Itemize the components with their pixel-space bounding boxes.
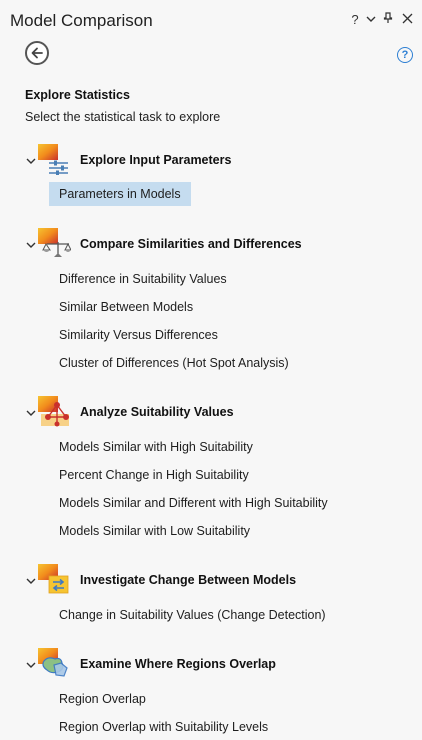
chevron-down-icon[interactable] xyxy=(26,576,36,586)
pin-icon[interactable] xyxy=(381,12,395,27)
chevron-down-icon[interactable] xyxy=(26,408,36,418)
chevron-down-icon[interactable] xyxy=(26,156,36,166)
sliders-icon xyxy=(38,144,68,175)
task-item-similar-between-models[interactable]: Similar Between Models xyxy=(49,295,203,319)
group-label: Analyze Suitability Values xyxy=(80,405,234,419)
chevron-down-icon[interactable] xyxy=(26,240,36,250)
task-item-percent-change-high-suitability[interactable]: Percent Change in High Suitability xyxy=(49,463,259,487)
group-label: Explore Input Parameters xyxy=(80,153,232,167)
task-item-region-overlap[interactable]: Region Overlap xyxy=(49,687,156,711)
change-arrows-icon xyxy=(38,564,69,594)
chevron-down-icon[interactable] xyxy=(26,660,36,670)
task-item-region-overlap-suitability-levels[interactable]: Region Overlap with Suitability Levels xyxy=(49,715,278,739)
region-overlap-icon xyxy=(38,648,68,677)
task-item-parameters-in-models[interactable]: Parameters in Models xyxy=(49,182,191,206)
section-heading: Explore Statistics xyxy=(25,88,130,102)
task-item-similarity-versus-differences[interactable]: Similarity Versus Differences xyxy=(49,323,228,347)
task-item-models-similar-low-suitability[interactable]: Models Similar with Low Suitability xyxy=(49,519,260,543)
back-button[interactable] xyxy=(25,41,49,65)
group-label: Investigate Change Between Models xyxy=(80,573,297,587)
section-subheading: Select the statistical task to explore xyxy=(25,110,221,124)
close-icon[interactable] xyxy=(400,12,414,27)
back-arrow-icon xyxy=(31,47,43,59)
title-bar: Model Comparison ? xyxy=(0,0,422,40)
task-item-difference-in-suitability-values[interactable]: Difference in Suitability Values xyxy=(49,267,237,291)
help-icon[interactable]: ? xyxy=(348,12,362,27)
chevron-down-icon[interactable] xyxy=(364,12,378,27)
task-item-models-similar-high-suitability[interactable]: Models Similar with High Suitability xyxy=(49,435,263,459)
group-label: Examine Where Regions Overlap xyxy=(80,657,276,671)
group-label: Compare Similarities and Differences xyxy=(80,237,302,251)
help-circle-icon[interactable]: ? xyxy=(397,47,413,63)
network-nodes-icon xyxy=(38,396,69,427)
balance-scale-icon xyxy=(38,228,71,257)
window-title: Model Comparison xyxy=(10,11,153,30)
task-item-change-detection[interactable]: Change in Suitability Values (Change Det… xyxy=(49,603,336,627)
task-item-cluster-of-differences[interactable]: Cluster of Differences (Hot Spot Analysi… xyxy=(49,351,299,375)
task-item-models-similar-and-different[interactable]: Models Similar and Different with High S… xyxy=(49,491,338,515)
